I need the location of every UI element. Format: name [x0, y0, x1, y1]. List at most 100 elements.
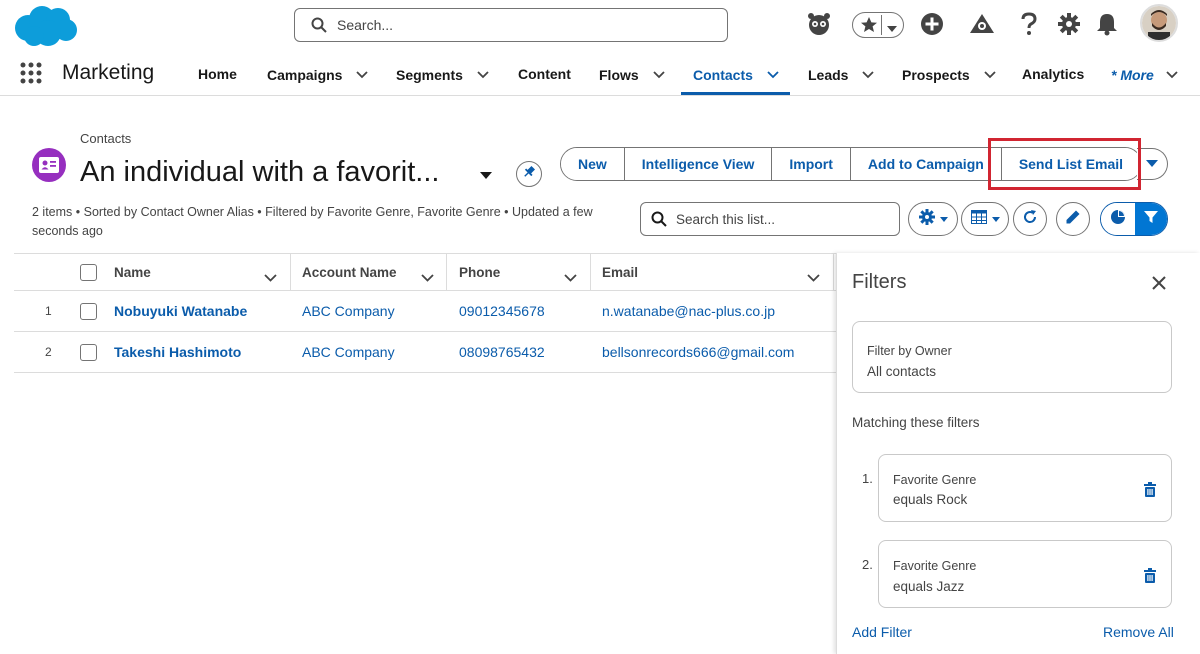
filter-by-owner-value: All contacts [867, 364, 937, 379]
notifications-bell-icon[interactable] [1093, 10, 1121, 38]
edit-list-button[interactable] [1056, 202, 1090, 236]
trailhead-icon[interactable] [968, 10, 996, 38]
favorites-star-icon [859, 15, 879, 40]
refresh-button[interactable] [1013, 202, 1047, 236]
contact-name-link[interactable]: Takeshi Hashimoto [114, 332, 241, 372]
nav-item-campaigns[interactable]: Campaigns [267, 66, 369, 83]
refresh-icon [1022, 209, 1038, 230]
column-menu-chevron-icon[interactable] [264, 269, 277, 287]
column-divider[interactable] [446, 254, 447, 291]
highlight-box-send-list-email [988, 138, 1141, 190]
list-view-meta-info: 2 items • Sorted by Contact Owner Alias … [32, 205, 593, 238]
nav-item-label: Home [198, 66, 237, 82]
row-select-checkbox[interactable] [80, 303, 97, 320]
global-search-input[interactable]: Search... [294, 8, 728, 42]
nav-item-analytics[interactable]: Analytics [1022, 66, 1084, 82]
add-to-campaign-button[interactable]: Add to Campaign [850, 148, 1002, 180]
nav-item-home[interactable]: Home [198, 66, 237, 82]
chevron-down-icon [1166, 66, 1178, 82]
user-avatar[interactable] [1140, 4, 1178, 42]
column-divider[interactable] [833, 254, 834, 291]
nav-more-menu[interactable]: * More [1111, 66, 1178, 83]
account-name-link[interactable]: ABC Company [302, 291, 395, 331]
salesforce-logo[interactable] [12, 4, 78, 48]
column-menu-chevron-icon[interactable] [421, 269, 434, 287]
select-all-checkbox[interactable] [80, 264, 97, 281]
contacts-data-table: Name Account Name Phone Email 1 Nobuyuki… [14, 253, 836, 374]
remove-all-link[interactable]: Remove All [1103, 624, 1174, 640]
column-menu-chevron-icon[interactable] [564, 269, 577, 287]
filter-condition-label: equals Jazz [893, 579, 965, 594]
email-link[interactable]: n.watanabe@nac-plus.co.jp [602, 291, 775, 331]
nav-item-label: Segments [396, 67, 463, 83]
nav-item-flows[interactable]: Flows [599, 66, 665, 83]
add-filter-link[interactable]: Add Filter [852, 624, 912, 640]
close-icon[interactable] [1149, 273, 1169, 293]
chevron-down-icon[interactable] [984, 66, 996, 82]
filter-item-card[interactable]: Favorite Genre equals Rock [878, 454, 1172, 522]
filter-by-owner-card[interactable]: Filter by Owner All contacts [852, 321, 1172, 393]
search-list-input[interactable]: Search this list... [640, 202, 900, 236]
intelligence-view-button[interactable]: Intelligence View [624, 148, 773, 180]
chevron-down-icon[interactable] [477, 66, 489, 82]
list-view-title[interactable]: An individual with a favorit... [80, 156, 439, 189]
nav-item-contacts[interactable]: Contacts [693, 66, 779, 83]
show-charts-button[interactable] [1101, 203, 1135, 235]
email-link[interactable]: bellsonrecords666@gmail.com [602, 332, 794, 372]
nav-item-content[interactable]: Content [518, 66, 571, 82]
delete-filter-trash-icon[interactable] [1143, 568, 1157, 588]
import-button[interactable]: Import [772, 148, 851, 180]
row-number: 1 [45, 304, 52, 318]
table-header-row: Name Account Name Phone Email [14, 253, 836, 291]
nav-item-label: Flows [599, 67, 639, 83]
column-header-email[interactable]: Email [602, 254, 638, 291]
nav-item-label: Content [518, 66, 571, 82]
column-divider[interactable] [290, 254, 291, 291]
app-launcher-icon[interactable] [20, 62, 42, 84]
nav-item-segments[interactable]: Segments [396, 66, 489, 83]
filter-button[interactable] [1135, 203, 1167, 235]
delete-filter-trash-icon[interactable] [1143, 482, 1157, 502]
row-select-checkbox[interactable] [80, 344, 97, 361]
filter-by-owner-label: Filter by Owner [867, 344, 952, 358]
chevron-down-icon[interactable] [767, 66, 779, 82]
list-view-controls-button[interactable] [908, 202, 958, 236]
app-name: Marketing [62, 61, 155, 84]
pin-list-view-button[interactable] [516, 161, 542, 187]
column-header-account-name[interactable]: Account Name [302, 254, 397, 291]
column-menu-chevron-icon[interactable] [807, 269, 820, 287]
contact-name-link[interactable]: Nobuyuki Watanabe [114, 291, 247, 331]
column-header-name[interactable]: Name [114, 254, 151, 291]
app-navigation-bar: Marketing Home Campaigns Segments Conten… [0, 52, 1200, 96]
column-divider[interactable] [590, 254, 591, 291]
filter-item-card[interactable]: Favorite Genre equals Jazz [878, 540, 1172, 608]
table-row: 2 Takeshi Hashimoto ABC Company 08098765… [14, 332, 836, 373]
list-view-switcher-icon[interactable] [480, 167, 492, 185]
account-name-link[interactable]: ABC Company [302, 332, 395, 372]
filters-panel: Filters Filter by Owner All contacts Mat… [836, 253, 1200, 654]
more-actions-button[interactable] [1137, 148, 1168, 180]
einstein-icon[interactable] [805, 10, 833, 38]
new-button[interactable]: New [561, 148, 625, 180]
search-icon [311, 17, 327, 38]
setup-gear-icon[interactable] [1055, 10, 1083, 38]
nav-item-leads[interactable]: Leads [808, 66, 875, 83]
phone-link[interactable]: 09012345678 [459, 291, 545, 331]
chevron-down-icon[interactable] [653, 66, 665, 82]
search-list-placeholder: Search this list... [676, 212, 776, 227]
global-header: Search... [0, 0, 1200, 52]
chevron-down-icon [991, 210, 1000, 228]
chevron-down-icon[interactable] [862, 66, 875, 82]
phone-link[interactable]: 08098765432 [459, 332, 545, 372]
pie-chart-icon [1110, 209, 1126, 230]
global-add-icon[interactable] [918, 10, 946, 38]
filter-number: 2. [862, 557, 873, 572]
nav-item-prospects[interactable]: Prospects [902, 66, 996, 83]
help-icon[interactable] [1015, 10, 1043, 38]
filter-condition-label: equals Rock [893, 492, 968, 507]
chevron-down-icon [1146, 155, 1158, 173]
chevron-down-icon[interactable] [356, 66, 369, 82]
favorites-button[interactable] [852, 12, 904, 38]
display-as-button[interactable] [961, 202, 1009, 236]
column-header-phone[interactable]: Phone [459, 254, 500, 291]
